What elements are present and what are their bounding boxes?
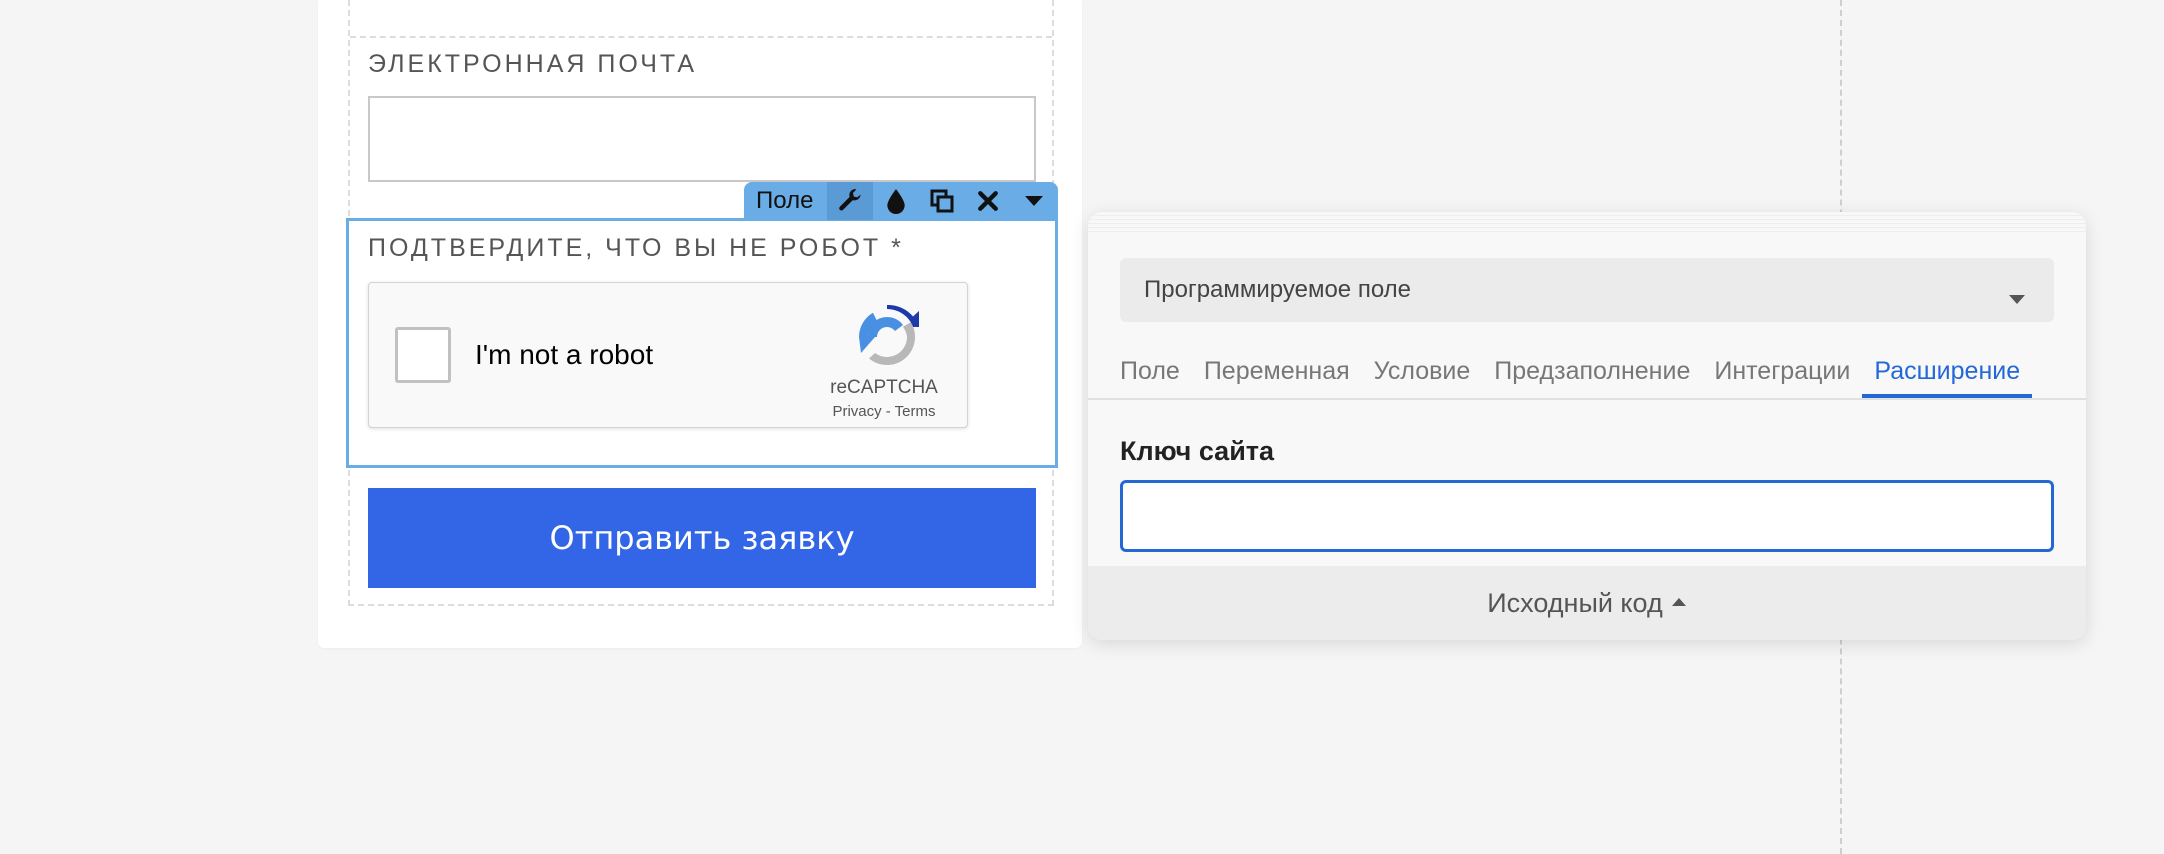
recaptcha-logo-icon — [853, 303, 921, 371]
site-key-input[interactable] — [1120, 480, 2054, 552]
tab-field[interactable]: Поле — [1108, 348, 1192, 398]
recaptcha-widget: I'm not a robot reCAPTCHA Privacy - Term… — [368, 282, 968, 428]
field-settings-panel: Программируемое поле Поле Переменная Усл… — [1088, 212, 2086, 640]
email-label: ЭЛЕКТРОННАЯ ПОЧТА — [368, 50, 698, 78]
panel-drag-handle[interactable] — [1088, 212, 2086, 234]
source-code-toggle[interactable]: Исходный код — [1088, 566, 2086, 640]
field-toolbar: Поле — [744, 182, 1058, 220]
email-field[interactable] — [368, 96, 1036, 182]
tab-extension[interactable]: Расширение — [1862, 348, 2033, 398]
copy-icon[interactable] — [919, 182, 965, 220]
tab-integrations[interactable]: Интеграции — [1702, 348, 1862, 398]
tab-condition[interactable]: Условие — [1362, 348, 1483, 398]
wrench-icon[interactable] — [827, 182, 874, 220]
recaptcha-checkbox[interactable] — [395, 327, 451, 383]
drop-icon[interactable] — [873, 182, 919, 220]
row-divider — [350, 36, 1052, 38]
site-key-label: Ключ сайта — [1120, 436, 1275, 466]
tab-prefill[interactable]: Предзаполнение — [1482, 348, 1702, 398]
recaptcha-checkbox-label: I'm not a robot — [475, 339, 654, 370]
recaptcha-privacy-terms-link[interactable]: Privacy - Terms — [809, 403, 959, 420]
caret-down-icon[interactable] — [1011, 182, 1057, 220]
tab-variable[interactable]: Переменная — [1192, 348, 1362, 398]
caret-up-icon — [1671, 594, 1687, 612]
source-code-label: Исходный код — [1487, 587, 1663, 618]
settings-tabs: Поле Переменная Условие Предзаполнение И… — [1088, 348, 2086, 400]
chevron-down-icon — [2008, 284, 2026, 312]
field-type-value: Программируемое поле — [1144, 276, 1411, 303]
toolbar-field-label[interactable]: Поле — [744, 182, 827, 220]
submit-button[interactable]: Отправить заявку — [368, 488, 1036, 588]
field-type-select[interactable]: Программируемое поле — [1120, 258, 2054, 322]
captcha-label: ПОДТВЕРДИТЕ, ЧТО ВЫ НЕ РОБОТ * — [368, 234, 904, 262]
recaptcha-brand: reCAPTCHA — [830, 377, 938, 398]
close-icon[interactable] — [965, 182, 1011, 220]
